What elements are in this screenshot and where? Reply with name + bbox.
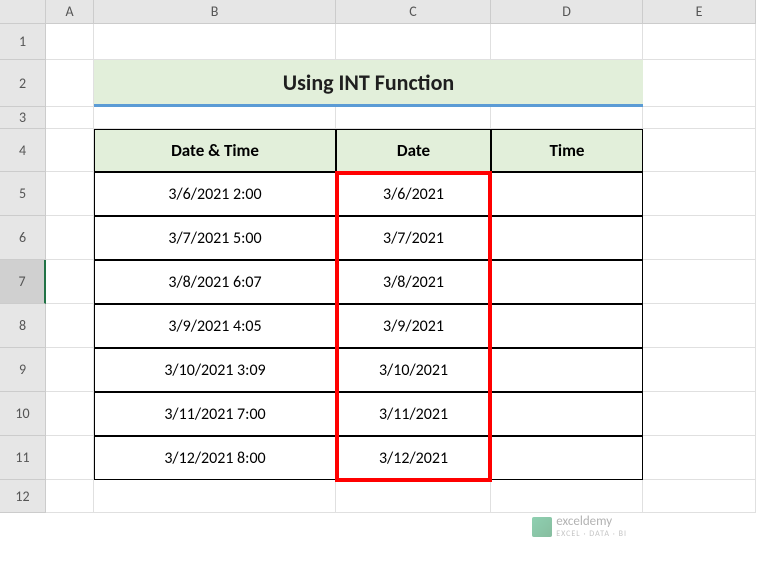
row-header-12[interactable]: 12 — [0, 480, 46, 513]
cell-e1[interactable] — [643, 24, 756, 60]
cell-date-2[interactable]: 3/8/2021 — [336, 260, 491, 304]
row-header-6[interactable]: 6 — [0, 216, 46, 260]
row-header-4[interactable]: 4 — [0, 129, 46, 172]
row-header-2[interactable]: 2 — [0, 60, 46, 107]
cell-a9[interactable] — [46, 348, 94, 392]
row-header-7[interactable]: 7 — [0, 260, 46, 304]
row-header-9[interactable]: 9 — [0, 348, 46, 392]
row-header-1[interactable]: 1 — [0, 24, 46, 60]
cell-b12[interactable] — [94, 480, 336, 513]
cell-date-1[interactable]: 3/7/2021 — [336, 216, 491, 260]
cell-e6[interactable] — [643, 216, 756, 260]
cell-date-0[interactable]: 3/6/2021 — [336, 172, 491, 216]
col-header-b[interactable]: B — [94, 0, 336, 24]
cell-c3[interactable] — [336, 107, 491, 129]
cell-date-6[interactable]: 3/12/2021 — [336, 436, 491, 480]
cell-a6[interactable] — [46, 216, 94, 260]
title-cell[interactable]: Using INT Function — [94, 60, 643, 107]
cell-date-4[interactable]: 3/10/2021 — [336, 348, 491, 392]
cell-datetime-0[interactable]: 3/6/2021 2:00 — [94, 172, 336, 216]
cell-datetime-3[interactable]: 3/9/2021 4:05 — [94, 304, 336, 348]
cell-d1[interactable] — [491, 24, 643, 60]
cell-e2[interactable] — [643, 60, 756, 107]
watermark: exceldemy EXCEL · DATA · BI — [532, 514, 627, 539]
row-header-11[interactable]: 11 — [0, 436, 46, 480]
cell-a11[interactable] — [46, 436, 94, 480]
col-header-d[interactable]: D — [491, 0, 643, 24]
corner-cell[interactable] — [0, 0, 46, 24]
header-date[interactable]: Date — [336, 129, 491, 172]
cell-time-3[interactable] — [491, 304, 643, 348]
cell-e9[interactable] — [643, 348, 756, 392]
row-header-8[interactable]: 8 — [0, 304, 46, 348]
cell-time-4[interactable] — [491, 348, 643, 392]
cell-time-5[interactable] — [491, 392, 643, 436]
cell-a5[interactable] — [46, 172, 94, 216]
cell-a2[interactable] — [46, 60, 94, 107]
cell-e10[interactable] — [643, 392, 756, 436]
cell-e3[interactable] — [643, 107, 756, 129]
cell-datetime-6[interactable]: 3/12/2021 8:00 — [94, 436, 336, 480]
cell-a4[interactable] — [46, 129, 94, 172]
header-time[interactable]: Time — [491, 129, 643, 172]
cell-time-0[interactable] — [491, 172, 643, 216]
header-datetime[interactable]: Date & Time — [94, 129, 336, 172]
cell-datetime-4[interactable]: 3/10/2021 3:09 — [94, 348, 336, 392]
cell-e4[interactable] — [643, 129, 756, 172]
cell-c1[interactable] — [336, 24, 491, 60]
cell-c12[interactable] — [336, 480, 491, 513]
watermark-tagline: EXCEL · DATA · BI — [556, 529, 627, 539]
cell-a3[interactable] — [46, 107, 94, 129]
col-header-c[interactable]: C — [336, 0, 491, 24]
cell-datetime-5[interactable]: 3/11/2021 7:00 — [94, 392, 336, 436]
cell-b3[interactable] — [94, 107, 336, 129]
excel-icon — [532, 517, 552, 537]
cell-a8[interactable] — [46, 304, 94, 348]
cell-e7[interactable] — [643, 260, 756, 304]
col-header-e[interactable]: E — [643, 0, 756, 24]
spreadsheet-grid: A B C D E 1 2 Using INT Function 3 4 Dat… — [0, 0, 767, 513]
cell-e8[interactable] — [643, 304, 756, 348]
cell-e11[interactable] — [643, 436, 756, 480]
cell-a7[interactable] — [46, 260, 94, 304]
row-header-5[interactable]: 5 — [0, 172, 46, 216]
cell-date-5[interactable]: 3/11/2021 — [336, 392, 491, 436]
cell-datetime-2[interactable]: 3/8/2021 6:07 — [94, 260, 336, 304]
col-header-a[interactable]: A — [46, 0, 94, 24]
watermark-name: exceldemy — [556, 514, 627, 529]
row-header-10[interactable]: 10 — [0, 392, 46, 436]
cell-e12[interactable] — [643, 480, 756, 513]
cell-time-6[interactable] — [491, 436, 643, 480]
cell-a12[interactable] — [46, 480, 94, 513]
cell-a1[interactable] — [46, 24, 94, 60]
cell-b1[interactable] — [94, 24, 336, 60]
cell-time-2[interactable] — [491, 260, 643, 304]
cell-date-3[interactable]: 3/9/2021 — [336, 304, 491, 348]
cell-d12[interactable] — [491, 480, 643, 513]
cell-e5[interactable] — [643, 172, 756, 216]
cell-a10[interactable] — [46, 392, 94, 436]
cell-datetime-1[interactable]: 3/7/2021 5:00 — [94, 216, 336, 260]
cell-time-1[interactable] — [491, 216, 643, 260]
cell-d3[interactable] — [491, 107, 643, 129]
row-header-3[interactable]: 3 — [0, 107, 46, 129]
